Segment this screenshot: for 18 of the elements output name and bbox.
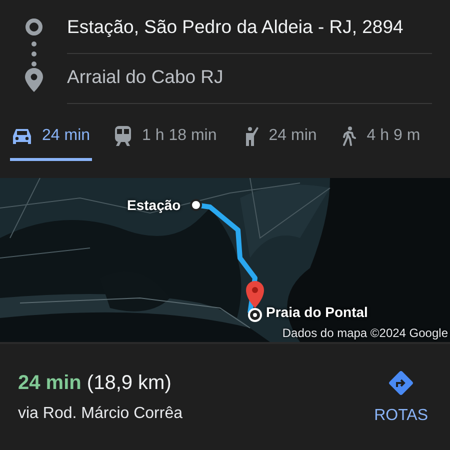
travel-mode-tab[interactable]: 1 h 18 min bbox=[112, 128, 219, 161]
origin-circle-icon bbox=[25, 18, 43, 36]
dotted-line-icon bbox=[31, 40, 37, 68]
train-icon bbox=[114, 126, 132, 146]
walking-person-icon bbox=[340, 126, 357, 146]
route-summary: 24 min (18,9 km) bbox=[18, 372, 172, 394]
location-field[interactable]: Arraial do Cabo RJ bbox=[67, 54, 432, 104]
travel-mode-tab[interactable]: 24 min bbox=[238, 128, 319, 161]
route-via-text: via Rod. Márcio Corrêa bbox=[18, 404, 184, 422]
travel-mode-tab[interactable]: 4 h 9 m bbox=[338, 128, 422, 161]
map-attribution: Dados do mapa ©2024 Google bbox=[282, 326, 448, 340]
route-end-label: Praia do Pontal bbox=[266, 304, 368, 320]
car-icon bbox=[12, 127, 32, 145]
route-start-label: Estação bbox=[127, 197, 181, 213]
location-pin-icon bbox=[25, 68, 43, 92]
travel-mode-tab[interactable]: 24 min bbox=[10, 128, 92, 161]
location-field[interactable]: Estação, São Pedro da Aldeia - RJ, 2894 bbox=[67, 4, 432, 54]
directions-button[interactable]: ROTAS bbox=[370, 365, 432, 429]
